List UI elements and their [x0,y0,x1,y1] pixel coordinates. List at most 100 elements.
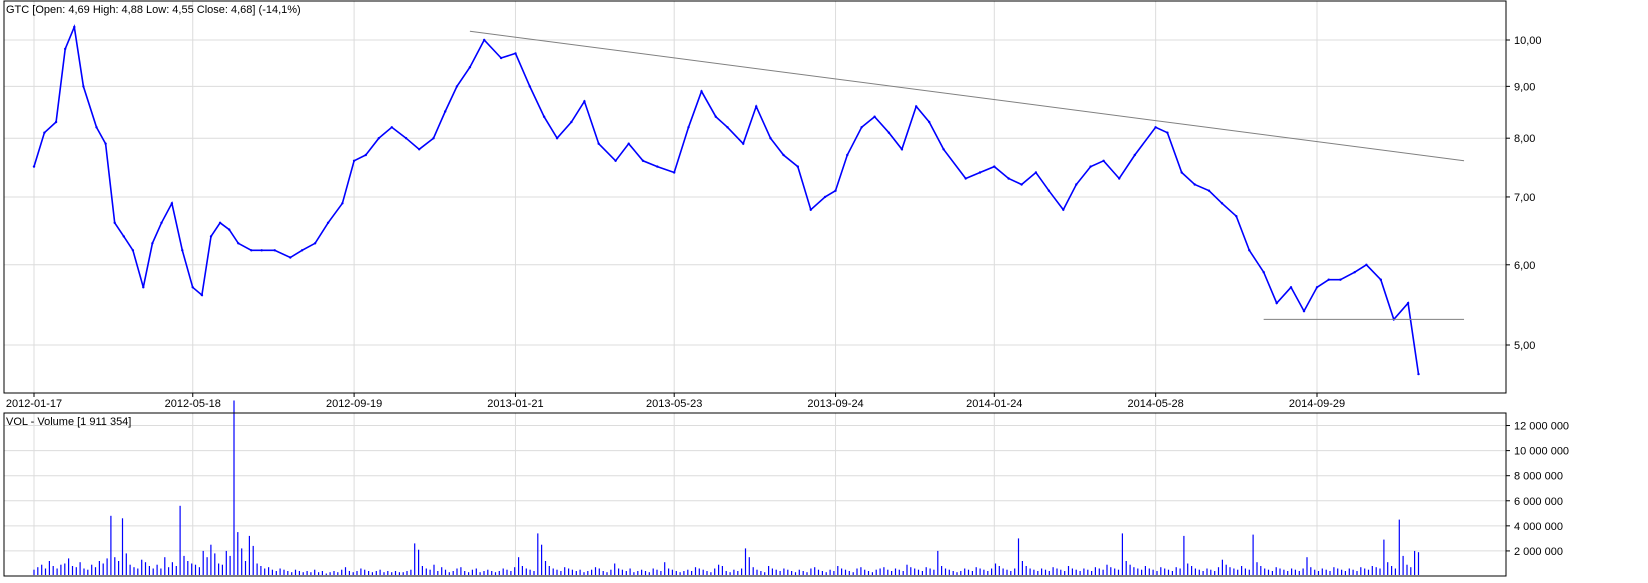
price-point [95,126,98,129]
price-point [915,105,918,108]
price-point [1166,131,1169,134]
price-point [273,249,276,252]
price-point [289,256,292,259]
price-point [809,208,812,211]
price-point [978,171,982,174]
price-point [514,52,517,55]
price-point [499,56,503,60]
price-point [181,249,184,252]
price-point [364,153,367,157]
price-point [964,177,967,180]
price-point [993,165,996,168]
price-point [1339,278,1342,281]
price-point [404,137,408,140]
price-point [63,47,67,51]
price-point [73,25,76,29]
price-point [300,249,304,252]
price-point [656,165,659,168]
price-point [122,235,126,238]
price-point [928,120,931,124]
price-panel-header: GTC [Open: 4,69 High: 4,88 Low: 4,55 Clo… [6,4,301,16]
price-x-tick-label: 2012-01-17 [6,398,62,410]
price-point [32,165,36,168]
price-point [1193,183,1196,186]
price-point [1417,372,1420,376]
price-point [200,293,204,297]
price-point [82,85,85,88]
price-point [782,153,785,157]
price-point [468,66,472,69]
price-point [942,148,945,151]
price-point [726,126,729,129]
price-point [1327,278,1330,281]
price-point [742,142,745,145]
price-point [755,105,758,108]
price-point [1102,159,1105,162]
price-point [687,126,690,129]
price-point [860,126,863,129]
price-x-tick-label: 2014-05-28 [1128,398,1184,410]
price-point [1406,301,1410,305]
price-point [43,131,46,134]
volume-y-tick-label: 12 000 000 [1514,421,1569,433]
price-x-tick-label: 2013-01-21 [487,398,543,410]
price-y-tick-label: 9,00 [1514,81,1535,93]
price-point [1075,183,1078,186]
price-point [1275,301,1278,305]
price-point [1262,271,1265,274]
chart-root: 10,00 9,00 8,00 7,00 6,00 5,00 2012-01-17 2012… [0,0,1648,578]
volume-y-tick-label: 4 000 000 [1514,521,1563,533]
volume-y-tick-label: 6 000 000 [1514,496,1563,508]
price-point [260,249,263,252]
price-point [673,171,676,174]
price-y-tick-label: 6,00 [1514,260,1535,272]
price-point [352,159,356,162]
volume-panel-header: VOL - Volume [1 911 354] [6,416,131,428]
price-point [228,228,231,231]
volume-y-tick-label: 8 000 000 [1514,471,1563,483]
price-point [627,142,630,145]
price-point [1034,171,1038,174]
price-point [250,249,253,252]
price-x-tick-label: 2012-09-19 [326,398,382,410]
price-point [1365,263,1368,266]
chart-canvas: 10,00 9,00 8,00 7,00 6,00 5,00 2012-01-17 2012… [0,0,1648,578]
price-point [377,137,380,140]
price-point [887,131,891,134]
price-point [1379,278,1383,281]
price-x-tick-label: 2014-01-24 [966,398,1022,410]
price-point [483,38,486,42]
price-point [834,189,837,192]
price-point [614,159,617,162]
price-point [1180,171,1183,174]
volume-y-tick-label: 2 000 000 [1514,546,1563,558]
price-y-tick-label: 10,00 [1514,35,1542,47]
price-point [142,286,145,289]
price-point [1207,189,1211,192]
price-point [1007,177,1010,180]
price-point [326,221,330,224]
price-point [131,249,135,252]
volume-y-tick-label: 10 000 000 [1514,446,1569,458]
price-point [444,110,447,113]
price-point [1062,208,1065,211]
price-point [528,85,531,88]
price-point [769,137,772,140]
price-point [218,221,222,224]
price-point [113,221,116,224]
price-x-tick-label: 2013-05-23 [646,398,702,410]
price-point [1089,165,1092,168]
price-point [1154,126,1157,129]
price-point [583,100,586,103]
price-point [555,137,559,140]
price-point [1302,309,1306,313]
price-point [796,165,799,168]
price-point [900,148,904,151]
price-point [714,115,717,118]
price-point [1047,189,1051,192]
price-point [542,115,546,118]
price-point [432,137,435,140]
price-point [1315,286,1319,289]
price-point [1118,177,1121,180]
price-point [641,159,645,162]
